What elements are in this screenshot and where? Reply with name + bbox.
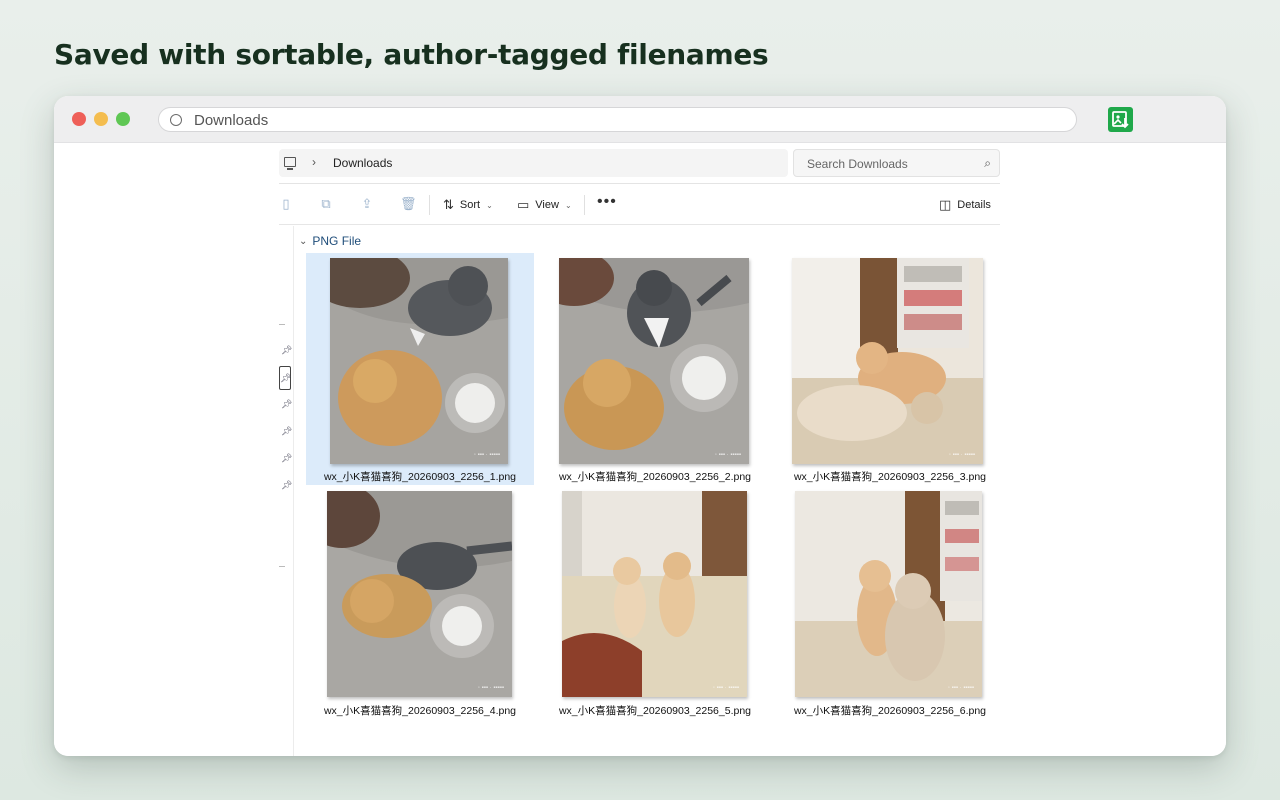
maximize-window-button[interactable] (116, 112, 130, 126)
pin-icon[interactable]: 📌︎ (281, 480, 292, 491)
navigation-pane: 📌︎ 📌︎ 📌︎ 📌︎ 📌︎ 📌︎ (279, 226, 294, 756)
view-icon: ▭ (517, 197, 530, 212)
chevron-down-icon: ⌄ (486, 200, 493, 210)
image-thumbnail: ◦ ▪▪▪ · ▪▪▪▪▪ (559, 258, 749, 464)
page-headline: Saved with sortable, author-tagged filen… (54, 38, 769, 71)
file-tile[interactable]: ◦ ▪▪▪ · ▪▪▪▪▪ wx_小K喜猫喜狗_20260903_2256_2.… (541, 253, 769, 485)
image-thumbnail: ◦ ▪▪▪ · ▪▪▪▪▪ (792, 258, 983, 464)
file-tile[interactable]: ◦ ▪▪▪ · ▪▪▪▪▪ wx_小K喜猫喜狗_20260903_2256_4.… (306, 487, 534, 719)
url-text: Downloads (194, 112, 269, 129)
command-bar: ▯ ⧉ ⇪ 🗑︎ ⇅ Sort ⌄ ▭ View ⌄ ••• ◫ Details (279, 185, 1000, 225)
image-thumbnail: ◦ ▪▪▪ · ▪▪▪▪▪ (562, 491, 747, 697)
toolbar-divider (429, 195, 430, 215)
search-placeholder: Search Downloads (807, 157, 908, 171)
url-bar[interactable]: Downloads (158, 107, 1077, 132)
file-name: wx_小K喜猫喜狗_20260903_2256_1.png (323, 471, 517, 483)
nav-divider (279, 324, 285, 325)
watermark: ◦ ▪▪▪ · ▪▪▪▪▪ (712, 685, 739, 691)
image-thumbnail: ◦ ▪▪▪ · ▪▪▪▪▪ (327, 491, 512, 697)
paste-icon[interactable]: ▯ (279, 197, 293, 211)
image-thumbnail: ◦ ▪▪▪ · ▪▪▪▪▪ (330, 258, 508, 464)
nav-divider (279, 566, 285, 567)
file-name: wx_小K喜猫喜狗_20260903_2256_6.png (793, 705, 987, 717)
globe-icon (170, 114, 182, 126)
pin-icon[interactable]: 📌︎ (281, 399, 292, 410)
close-window-button[interactable] (72, 112, 86, 126)
watermark: ◦ ▪▪▪ · ▪▪▪▪▪ (477, 685, 504, 691)
watermark: ◦ ▪▪▪ · ▪▪▪▪▪ (714, 452, 741, 458)
share-icon[interactable]: ⇪ (360, 197, 374, 211)
pin-icon[interactable]: 📌︎ (281, 345, 292, 356)
search-input[interactable]: Search Downloads ⌕ (793, 149, 1000, 177)
file-name: wx_小K喜猫喜狗_20260903_2256_3.png (793, 471, 987, 483)
file-name: wx_小K喜猫喜狗_20260903_2256_5.png (558, 705, 752, 717)
file-explorer: › Downloads Search Downloads ⌕ ▯ ⧉ ⇪ 🗑︎ … (279, 143, 1000, 756)
browser-content: › Downloads Search Downloads ⌕ ▯ ⧉ ⇪ 🗑︎ … (54, 143, 1226, 756)
image-download-icon[interactable] (1108, 107, 1133, 132)
pin-icon[interactable]: 📌︎ (281, 426, 292, 437)
search-icon[interactable]: ⌕ (984, 156, 991, 171)
sort-label: Sort (459, 199, 481, 211)
file-tile[interactable]: ◦ ▪▪▪ · ▪▪▪▪▪ wx_小K喜猫喜狗_20260903_2256_1.… (306, 253, 534, 485)
details-pane-icon: ◫ (939, 197, 952, 212)
browser-window: Downloads › Downloads Search Downloads ⌕… (54, 96, 1226, 756)
computer-icon[interactable] (284, 157, 296, 170)
watermark: ◦ ▪▪▪ · ▪▪▪▪▪ (947, 685, 974, 691)
browser-titlebar: Downloads (54, 96, 1226, 143)
address-bar[interactable]: › Downloads (279, 149, 788, 177)
group-header[interactable]: ⌄ PNG File (299, 234, 361, 248)
chevron-down-icon: ⌄ (299, 235, 308, 247)
details-label: Details (957, 199, 991, 211)
file-tile[interactable]: ◦ ▪▪▪ · ▪▪▪▪▪ wx_小K喜猫喜狗_20260903_2256_3.… (776, 253, 1004, 485)
breadcrumb[interactable]: Downloads (333, 156, 392, 170)
image-thumbnail: ◦ ▪▪▪ · ▪▪▪▪▪ (795, 491, 982, 697)
pin-icon[interactable]: 📌︎ (279, 366, 291, 390)
file-name: wx_小K喜猫喜狗_20260903_2256_4.png (323, 705, 517, 717)
chevron-down-icon: ⌄ (564, 200, 572, 210)
chevron-right-icon[interactable]: › (312, 155, 316, 169)
file-tile[interactable]: ◦ ▪▪▪ · ▪▪▪▪▪ wx_小K喜猫喜狗_20260903_2256_6.… (776, 487, 1004, 719)
more-options-icon[interactable]: ••• (597, 193, 617, 211)
sort-icon: ⇅ (443, 197, 454, 212)
address-row: › Downloads Search Downloads ⌕ (279, 143, 1000, 184)
view-button[interactable]: ▭ View ⌄ (517, 197, 572, 213)
rename-icon[interactable]: ⧉ (319, 197, 333, 211)
toolbar-divider (584, 195, 585, 215)
group-label: PNG File (312, 234, 362, 248)
view-label: View (535, 199, 559, 211)
details-button[interactable]: ◫ Details (939, 197, 991, 213)
delete-icon[interactable]: 🗑︎ (400, 197, 417, 211)
minimize-window-button[interactable] (94, 112, 108, 126)
watermark: ◦ ▪▪▪ · ▪▪▪▪▪ (948, 452, 975, 458)
file-tile[interactable]: ◦ ▪▪▪ · ▪▪▪▪▪ wx_小K喜猫喜狗_20260903_2256_5.… (541, 487, 769, 719)
file-name: wx_小K喜猫喜狗_20260903_2256_2.png (558, 471, 752, 483)
sort-button[interactable]: ⇅ Sort ⌄ (443, 197, 493, 213)
watermark: ◦ ▪▪▪ · ▪▪▪▪▪ (473, 452, 500, 458)
pin-icon[interactable]: 📌︎ (281, 453, 292, 464)
